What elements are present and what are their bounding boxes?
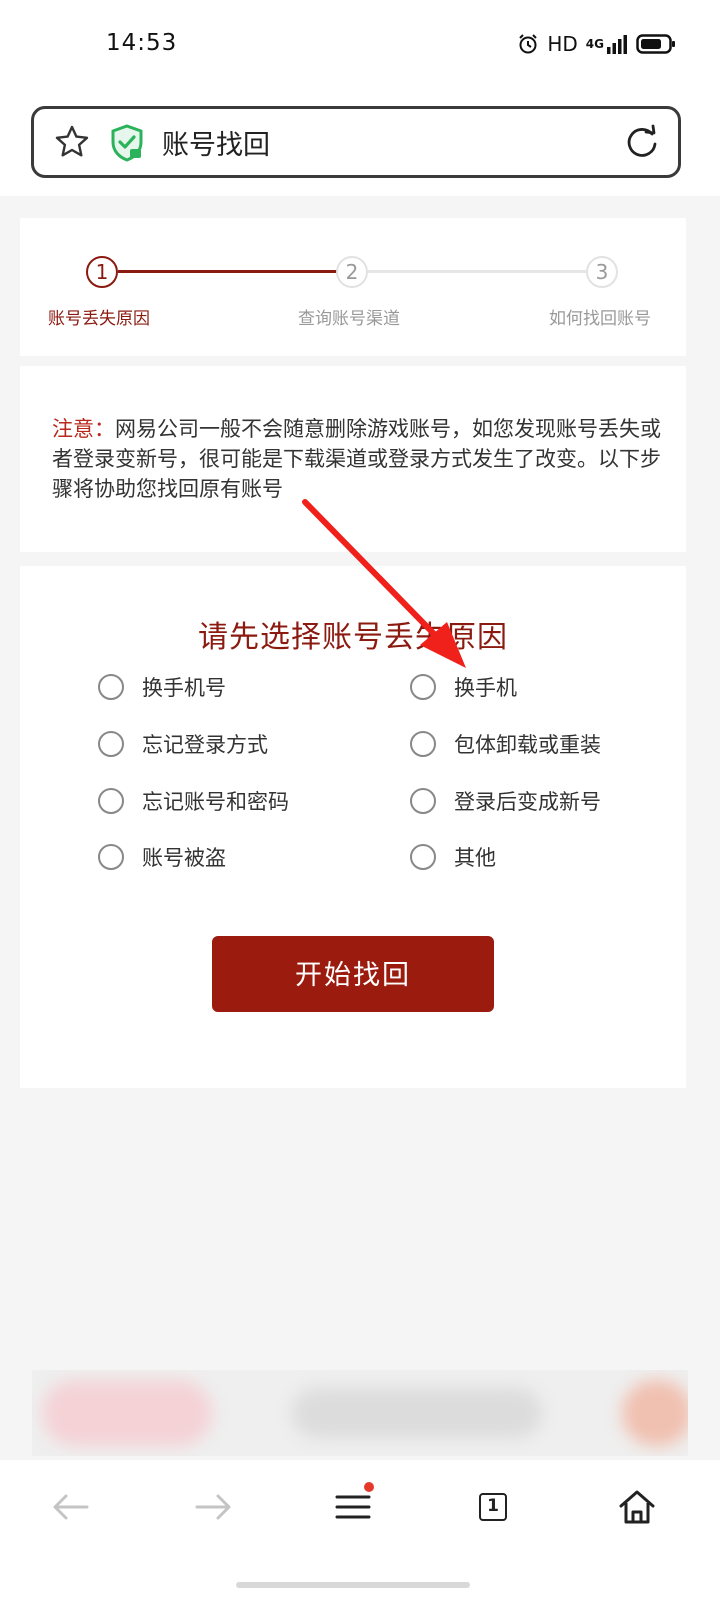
blurred-content xyxy=(42,1380,212,1446)
step-1-label: 账号丢失原因 xyxy=(48,309,150,329)
step-2-label: 查询账号渠道 xyxy=(298,309,400,329)
notice-label: 注意： xyxy=(52,417,115,441)
notice-card: 注意：网易公司一般不会随意删除游戏账号，如您发现账号丢失或者登录变新号，很可能是… xyxy=(20,366,686,552)
tabs-button[interactable]: 1 xyxy=(470,1484,516,1530)
step-1-number: 1 xyxy=(86,256,118,288)
notification-dot xyxy=(364,1482,374,1492)
step-2-number: 2 xyxy=(336,256,368,288)
notice-body: 网易公司一般不会随意删除游戏账号，如您发现账号丢失或者登录变新号，很可能是下载渠… xyxy=(52,417,661,501)
network-label: HD xyxy=(547,32,578,56)
radio-button[interactable] xyxy=(410,731,436,757)
start-recovery-button[interactable]: 开始找回 xyxy=(212,936,494,1012)
menu-button[interactable] xyxy=(330,1482,376,1530)
home-indicator xyxy=(236,1582,470,1588)
notice-text: 注意：网易公司一般不会随意删除游戏账号，如您发现账号丢失或者登录变新号，很可能是… xyxy=(52,414,662,504)
option-label: 其他 xyxy=(454,846,496,870)
home-icon xyxy=(619,1490,655,1524)
option-reinstall[interactable]: 包体卸载或重装 xyxy=(410,729,601,759)
reason-selection-card: 请先选择账号丢失原因 换手机号 换手机 忘记登录方式 包体卸载或重装 忘记账号和… xyxy=(20,566,686,1088)
option-forgot-password[interactable]: 忘记账号和密码 xyxy=(98,786,289,816)
menu-icon xyxy=(335,1495,371,1519)
radio-button[interactable] xyxy=(98,844,124,870)
forward-arrow-icon xyxy=(195,1494,231,1520)
blurred-content xyxy=(622,1380,688,1446)
tab-count: 1 xyxy=(479,1493,507,1521)
forward-button[interactable] xyxy=(190,1484,236,1530)
option-stolen[interactable]: 账号被盗 xyxy=(98,842,226,872)
radio-button[interactable] xyxy=(410,674,436,700)
reload-icon[interactable] xyxy=(624,124,660,160)
blurred-banner xyxy=(32,1370,688,1456)
option-new-account[interactable]: 登录后变成新号 xyxy=(410,786,601,816)
option-forgot-login[interactable]: 忘记登录方式 xyxy=(98,729,268,759)
battery-icon xyxy=(636,34,675,54)
option-label: 忘记登录方式 xyxy=(142,733,268,757)
radio-button[interactable] xyxy=(98,731,124,757)
option-change-phone[interactable]: 换手机 xyxy=(410,672,517,702)
step-line-done xyxy=(118,270,342,273)
bottom-navigation: 1 xyxy=(0,1460,720,1600)
address-bar[interactable]: 账号找回 xyxy=(31,106,681,178)
option-label: 换手机 xyxy=(454,676,517,700)
option-label: 换手机号 xyxy=(142,676,226,700)
status-time: 14:53 xyxy=(106,30,178,56)
status-bar: 14:53 HD 4G xyxy=(0,0,720,92)
option-label: 忘记账号和密码 xyxy=(142,790,289,814)
step-3-label: 如何找回账号 xyxy=(549,309,651,329)
radio-button[interactable] xyxy=(410,844,436,870)
signal-icon xyxy=(607,35,627,54)
option-label: 包体卸载或重装 xyxy=(454,733,601,757)
back-arrow-icon xyxy=(53,1494,89,1520)
option-other[interactable]: 其他 xyxy=(410,842,496,872)
page-title[interactable]: 账号找回 xyxy=(162,123,270,162)
address-bar-area: 账号找回 xyxy=(0,92,720,196)
radio-button[interactable] xyxy=(98,788,124,814)
option-label: 登录后变成新号 xyxy=(454,790,601,814)
option-change-number[interactable]: 换手机号 xyxy=(98,672,226,702)
star-icon[interactable] xyxy=(54,124,90,160)
security-shield-icon[interactable] xyxy=(110,124,144,162)
back-button[interactable] xyxy=(48,1484,94,1530)
option-label: 账号被盗 xyxy=(142,846,226,870)
progress-steps: 1 2 3 账号丢失原因 查询账号渠道 如何找回账号 xyxy=(20,218,686,356)
blurred-content xyxy=(292,1388,542,1438)
alarm-icon xyxy=(519,34,538,54)
radio-button[interactable] xyxy=(98,674,124,700)
radio-button[interactable] xyxy=(410,788,436,814)
home-button[interactable] xyxy=(614,1484,660,1530)
signal-label: 4G xyxy=(585,37,604,51)
selection-title: 请先选择账号丢失原因 xyxy=(198,620,508,655)
step-line-pending xyxy=(368,270,590,273)
status-icons: HD 4G xyxy=(517,30,676,58)
step-3-number: 3 xyxy=(586,256,618,288)
